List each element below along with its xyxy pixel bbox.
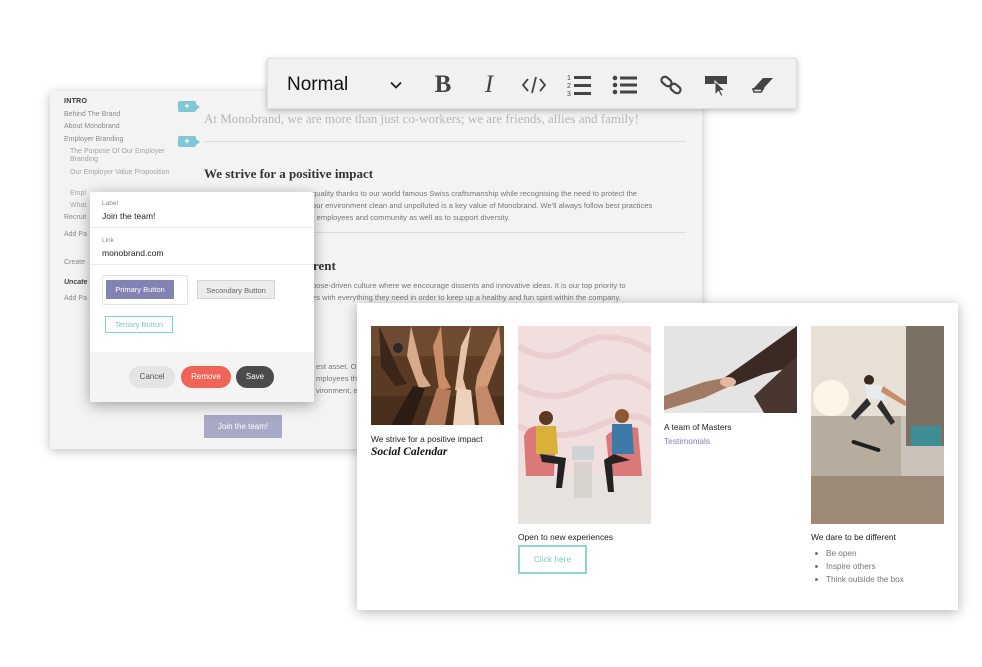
paragraph-line: mployees the: [316, 374, 362, 383]
add-section-button[interactable]: +: [178, 101, 200, 112]
outline-item-employer-branding[interactable]: Employer Branding: [64, 136, 124, 144]
caption-dare-different: We dare to be different: [811, 532, 896, 542]
handshake-photo: [664, 326, 797, 413]
link-input[interactable]: monobrand.com: [102, 248, 163, 258]
paragraph-line: quality thanks to our world famous Swiss…: [312, 189, 638, 198]
paragraph-line: r employees and community as well as to …: [312, 213, 510, 222]
remove-button[interactable]: Remove: [181, 366, 231, 388]
italic-button[interactable]: I: [474, 70, 504, 100]
label-field[interactable]: Label Join the team!: [102, 200, 155, 221]
modal-footer: Cancel Remove Save: [90, 352, 314, 402]
outline-item-about-monobrand[interactable]: About Monobrand: [64, 123, 120, 131]
outline-add-page-2[interactable]: Add Pa: [64, 295, 87, 303]
svg-text:3: 3: [567, 91, 571, 97]
list-item: Think outside the box: [812, 573, 904, 586]
text-style-select[interactable]: Normal: [287, 59, 348, 110]
click-here-button[interactable]: Click here: [518, 545, 587, 574]
clear-format-button[interactable]: [748, 70, 778, 100]
divider: [204, 141, 686, 142]
bold-button[interactable]: B: [428, 70, 458, 100]
label-caption: Label: [102, 200, 118, 207]
link-cursor-icon: [705, 76, 727, 97]
formatting-toolbar: Normal B I 1 2 3: [267, 58, 797, 109]
paragraph-line: est asset. Ou: [316, 362, 361, 371]
cancel-button[interactable]: Cancel: [129, 366, 175, 388]
testimonials-link[interactable]: Testimonials: [664, 436, 710, 446]
button-editor-modal: Label Join the team! Link monobrand.com …: [90, 192, 314, 402]
primary-style-option[interactable]: Primary Button: [106, 280, 174, 299]
intro-line: At Monobrand, we are more than just co-w…: [204, 111, 639, 126]
outline-item-purpose[interactable]: The Purpose Of Our Employer Branding: [70, 148, 180, 165]
heading-positive-impact: We strive for a positive impact: [204, 166, 374, 181]
hands-photo: [371, 326, 504, 425]
paragraph-line: pose-driven culture where we encourage d…: [312, 281, 626, 290]
paragraph-line: our environment clean and unpolluted is …: [312, 201, 653, 210]
button-link-button[interactable]: [702, 70, 732, 100]
ordered-list-icon: 1 2 3: [567, 75, 591, 97]
code-icon: [521, 76, 547, 94]
divider: [90, 227, 314, 228]
heading-different: rent: [313, 258, 336, 273]
bullet-list-button[interactable]: [610, 70, 640, 100]
join-team-button[interactable]: Join the team!: [204, 415, 282, 438]
svg-text:1: 1: [567, 75, 571, 82]
list-item: Be open: [812, 547, 904, 560]
link-button[interactable]: [656, 70, 686, 100]
caption-positive-impact: We strive for a positive impact: [371, 434, 483, 444]
tertiary-style-option[interactable]: Tertiary Button: [105, 316, 173, 333]
outline-heading-uncategorized: Uncate: [64, 279, 88, 286]
label-input[interactable]: Join the team!: [102, 211, 155, 221]
chevron-down-icon[interactable]: [388, 77, 404, 93]
code-button[interactable]: [519, 70, 549, 100]
bold-icon: B: [434, 71, 452, 98]
italic-icon: I: [484, 71, 494, 98]
link-field[interactable]: Link monobrand.com: [102, 237, 163, 258]
meeting-photo: [518, 326, 651, 524]
secondary-style-option[interactable]: Secondary Button: [197, 280, 275, 299]
add-subsection-button[interactable]: +: [178, 136, 200, 147]
outline-item-value-proposition[interactable]: Our Employer Value Proposition: [70, 169, 180, 177]
values-list: Be open Inspire others Think outside the…: [812, 547, 904, 586]
outline-add-page-1[interactable]: Add Pa: [64, 231, 87, 239]
link-caption: Link: [102, 237, 114, 244]
title-social-calendar: Social Calendar: [371, 446, 448, 458]
page-preview: We strive for a positive impact Social C…: [357, 303, 958, 610]
divider: [90, 264, 314, 265]
list-item: Inspire others: [812, 560, 904, 573]
outline-item-behind-the-brand[interactable]: Behind The Brand: [64, 111, 120, 119]
skater-photo: [811, 326, 944, 524]
link-icon: [660, 75, 682, 95]
outline-heading-intro: INTRO: [64, 98, 88, 105]
bullet-list-icon: [612, 75, 637, 95]
svg-text:2: 2: [567, 83, 571, 90]
outline-create[interactable]: Create: [64, 259, 85, 267]
eraser-icon: [751, 78, 773, 93]
outline-item-recruit[interactable]: Recruit: [64, 214, 86, 222]
paragraph-line: vironment, e: [316, 386, 358, 395]
save-button[interactable]: Save: [236, 366, 274, 388]
caption-team-of-masters: A team of Masters: [664, 422, 732, 432]
ordered-list-button[interactable]: 1 2 3: [564, 70, 594, 100]
caption-new-experiences: Open to new experiences: [518, 532, 613, 542]
